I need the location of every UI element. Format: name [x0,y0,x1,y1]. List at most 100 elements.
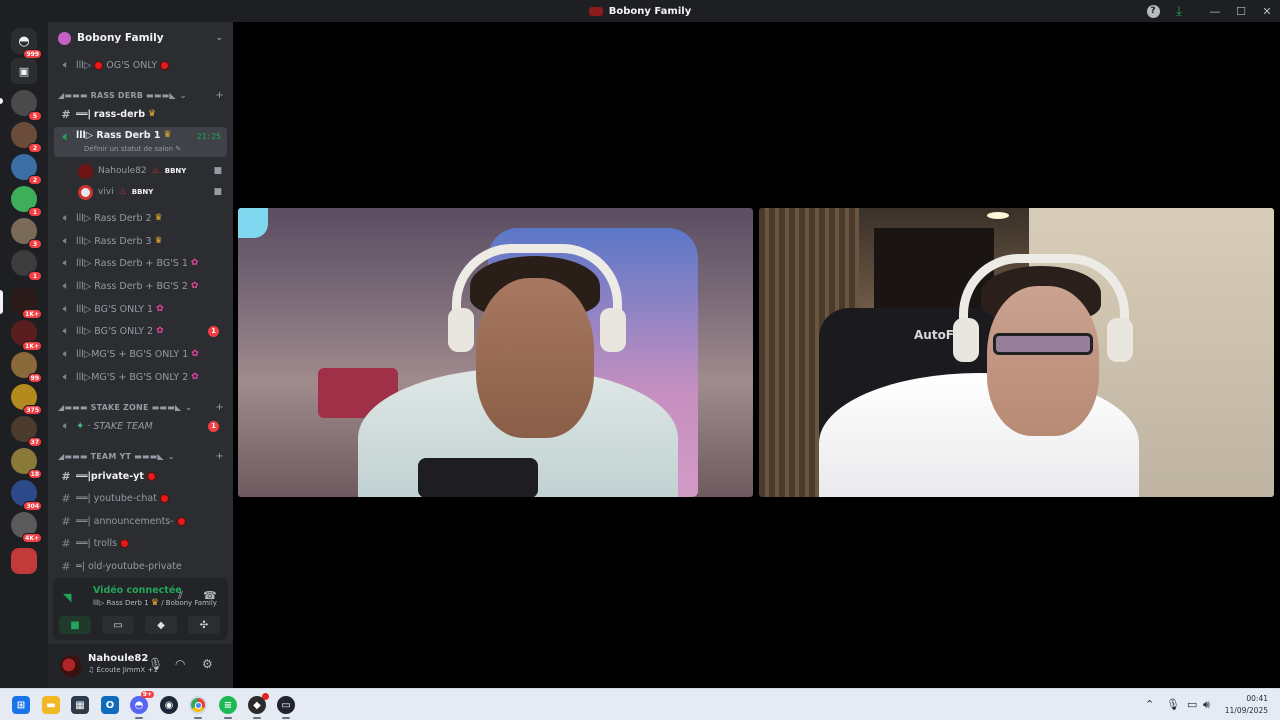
help-button[interactable]: ? [1140,0,1166,22]
red-circle-icon [120,538,130,548]
server-icon[interactable] [11,548,37,574]
minimize-button[interactable]: — [1202,0,1228,22]
activities-button[interactable]: ◆ [145,616,177,634]
text-channel-rass-derb[interactable]: # ══| rass-derb ♛ [54,104,227,124]
store-icon: ▦ [75,699,85,711]
channel-label: · STAKE TEAM [87,420,153,432]
direct-messages-button[interactable]: ◓ 999 [11,28,42,59]
text-channel-youtube-chat[interactable]: # ══| youtube-chat [54,488,227,508]
network-tray-button[interactable]: ▭ [1187,698,1197,711]
volume-tray-button[interactable]: 🔊︎ [1203,698,1210,712]
system-clock[interactable]: 00:41 11/09/2025 [1225,693,1268,717]
server-icon[interactable]: 3 [11,218,42,249]
voice-channel-stake-team[interactable]: 🔈︎ ✦ · STAKE TEAM 1 [54,416,227,436]
server-folder[interactable]: 4K+ [11,512,42,543]
channel-label: lll▷ Rass Derb 1 [76,130,161,141]
spotify-button[interactable]: ≡ [219,696,237,714]
chrome-icon [194,701,202,709]
app-button[interactable]: ◆ [248,693,269,714]
maximize-button[interactable]: ☐ [1228,0,1254,22]
server-icon[interactable]: 99 [11,352,42,383]
voice-channel-bg-only-2[interactable]: 🔈︎ lll▷ BG'S ONLY 2 ✿ 1 [54,321,227,341]
camera-toggle-button[interactable]: ■ [59,616,91,634]
app-icon: ▭ [281,699,291,711]
channel-status-button[interactable]: Définir un statut de salon ✎ [84,145,181,153]
text-channel-announcements[interactable]: # ══| announcements- [54,511,227,531]
microphone-tray-button[interactable]: 🎙︎ [1166,698,1180,711]
guild-header[interactable]: Bobony Family ⌄ [48,22,233,54]
voice-channel-link[interactable]: lll▷ Rass Derb 1 ♛ / Bobony Family [93,598,217,608]
store-button[interactable]: ▦ [71,696,89,714]
voice-status-title[interactable]: Vidéo connectée [93,585,182,596]
voice-user[interactable]: Nahoule82 ♨ BBNY ■ [78,162,226,180]
steam-button[interactable]: ◉ [160,696,178,714]
server-icon[interactable]: 37 [11,416,42,447]
video-camera-icon: ■ [70,619,80,631]
close-button[interactable]: ✕ [1254,0,1280,22]
server-icon[interactable]: 1 [11,186,42,217]
server-icon[interactable]: 2 [11,154,42,185]
video-tile-left[interactable] [238,208,753,497]
voice-channel-rass-bg-2[interactable]: 🔈︎ lll▷ Rass Derb + BG'S 2 ✿ [54,276,227,296]
speaker-icon: 🔈︎ [62,302,70,315]
server-icon[interactable]: 2 [11,122,42,153]
add-channel-icon[interactable]: + [215,90,224,101]
inbox-button[interactable]: ▣ [11,58,37,84]
soundboard-button[interactable]: ✣ [188,616,220,634]
server-icon[interactable]: 1 [11,250,42,281]
download-button[interactable]: ⤓ [1166,0,1192,22]
category-team-yt[interactable]: ◢▬▬▬ TEAM YT ▬▬▬◣ ⌄ + [58,449,226,463]
server-icon[interactable]: 1K+ [11,320,42,351]
noise-suppression-icon: ⫽ [178,589,183,602]
file-explorer-button[interactable]: ▬ [42,696,60,714]
server-icon[interactable]: 375 [11,384,42,415]
red-circle-icon [94,60,104,70]
chrome-button[interactable] [189,696,207,714]
voice-channel-og-only[interactable]: 🔈︎ lll▷ OG'S ONLY [54,55,227,75]
app-button[interactable]: ▭ [277,696,295,714]
disconnect-button[interactable]: ☎ [203,589,217,602]
show-hidden-icons-button[interactable]: ⌃ [1145,698,1154,711]
deafen-button[interactable]: ◠ [175,657,185,671]
noise-suppression-button[interactable]: ⫽ [178,589,183,603]
voice-channel-mg-bg-1[interactable]: 🔈︎ lll▷MG'S + BG'S ONLY 1 ✿ [54,344,227,364]
server-icon[interactable]: 5 [11,90,42,121]
chevron-down-icon: ⌄ [215,33,223,43]
voice-channel-rass-derb-1[interactable]: 🔈︎ lll▷ Rass Derb 1 ♛ 21:25 Définir un s… [54,127,227,157]
voice-channel-rass-derb-3[interactable]: 🔈︎ lll▷ Rass Derb 3 ♛ [54,231,227,251]
text-channel-trolls[interactable]: # ══| trolls [54,533,227,553]
discord-taskbar-button[interactable]: ◓ 9+ [130,691,154,714]
voice-channel-bg-only-1[interactable]: 🔈︎ lll▷ BG'S ONLY 1 ✿ [54,299,227,319]
add-channel-icon[interactable]: + [215,402,224,413]
running-indicator [282,717,290,719]
voice-channel-rass-derb-2[interactable]: 🔈︎ lll▷ Rass Derb 2 ♛ [54,208,227,228]
user-settings-button[interactable]: ⚙ [202,657,213,671]
call-timer: 21:25 [196,132,221,141]
mute-button[interactable]: 🎙︎ [148,657,163,671]
avatar[interactable] [60,655,82,677]
server-icon[interactable]: 18 [11,448,42,479]
text-channel-old-youtube-private[interactable]: # ═| old-youtube-private [54,556,227,576]
video-tile-right[interactable]: AutoF [759,208,1274,497]
running-indicator [253,717,261,719]
server-icon-bobony[interactable]: 1K+ [11,288,42,319]
server-badge: 304 [23,501,42,511]
user-panel: Nahoule82 ♫ Écoute JimmX +1 🎙︎ ◠ ⚙ [48,644,233,688]
server-icon[interactable]: 304 [11,480,42,511]
category-stake-zone[interactable]: ◢▬▬▬ STAKE ZONE ▬▬▬◣ ⌄ + [58,400,226,414]
screen-share-button[interactable]: ▭ [102,616,134,634]
outlook-button[interactable]: O [101,696,119,714]
text-channel-private-yt[interactable]: # ══|private-yt [54,466,227,486]
voice-channel-rass-bg-1[interactable]: 🔈︎ lll▷ Rass Derb + BG'S 1 ✿ [54,253,227,273]
red-circle-icon [146,471,156,481]
voice-channel-mg-bg-2[interactable]: 🔈︎ lll▷MG'S + BG'S ONLY 2 ✿ [54,367,227,387]
voice-user[interactable]: vivi ♨ BBNY ■ [78,183,226,201]
mention-badge: 1 [208,325,219,337]
user-name[interactable]: Nahoule82 [88,653,148,664]
windows-icon: ⊞ [16,699,26,711]
add-channel-icon[interactable]: + [215,451,224,462]
category-rass-derb[interactable]: ◢▬▬▬ RASS DERB ▬▬▬◣ ⌄ + [58,88,226,102]
guild-icon [58,31,71,45]
hash-icon: # [61,491,71,505]
start-button[interactable]: ⊞ [12,696,30,714]
